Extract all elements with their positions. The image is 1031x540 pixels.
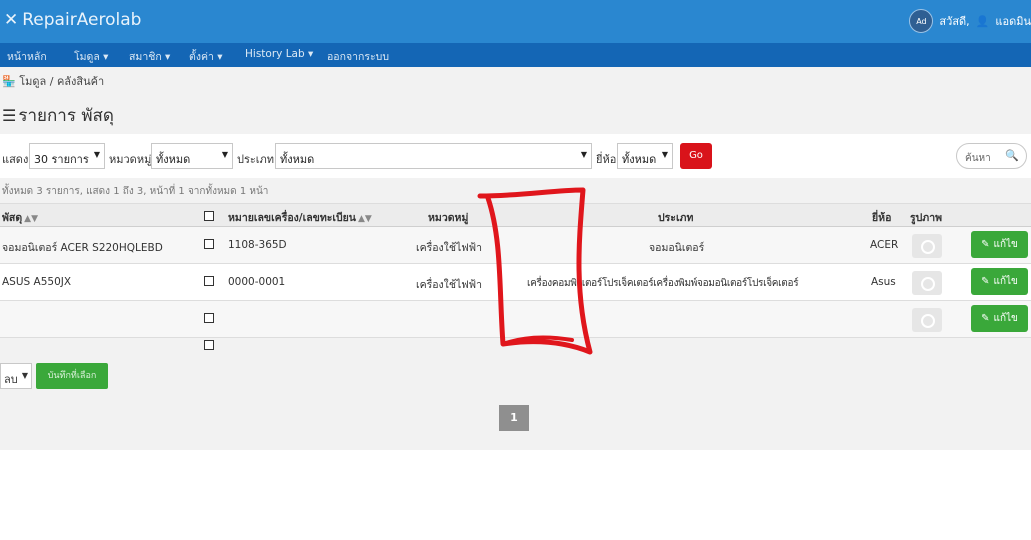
nav-members[interactable]: สมาชิก ▾	[129, 48, 170, 65]
category-value: ทั้งหมด	[156, 153, 191, 166]
show-label: แสดง	[2, 153, 29, 166]
bulk-action-value: ลบ	[4, 373, 18, 386]
pencil-icon: ✎	[981, 239, 990, 250]
nav-settings[interactable]: ตั้งค่า ▾	[189, 48, 222, 65]
col-category: หมวดหมู่	[428, 212, 469, 224]
page-title: ☰ รายการ พัสดุ	[2, 102, 114, 129]
category-cell: เครื่องใช้ไฟฟ้า	[416, 279, 482, 291]
item-name[interactable]: จอมอนิเตอร์ ACER S220HQLEBD	[2, 239, 163, 256]
col-type: ประเภท	[658, 212, 694, 224]
serial-number: 1108-365D	[228, 239, 287, 251]
breadcrumb: 🏪 โมดูล / คลังสินค้า	[2, 72, 104, 90]
nav-history-lab[interactable]: History Lab ▾	[245, 48, 313, 60]
page-1-button[interactable]: 1	[499, 405, 529, 431]
search-placeholder: ค้นหา	[965, 153, 991, 164]
caret-down-icon: ▼	[661, 150, 668, 159]
store-icon: 🏪	[2, 75, 16, 88]
avatar: Ad	[909, 9, 934, 33]
content-area: 🏪 โมดูล / คลังสินค้า ☰ รายการ พัสดุ แสดง …	[0, 67, 1031, 450]
table-row: ASUS A550JX 0000-0001 เครื่องใช้ไฟฟ้า เค…	[0, 264, 1031, 301]
checklist-icon: ☰	[2, 106, 17, 125]
col-brand: ยี่ห้อ	[872, 212, 892, 224]
row-checkbox[interactable]	[204, 239, 214, 249]
user-menu[interactable]: Ad สวัสดี, 👤 แอดมิน	[909, 8, 1031, 34]
caret-down-icon: ▼	[221, 150, 228, 159]
type-label: ประเภท	[237, 153, 275, 166]
save-selected-button[interactable]: บันทึกที่เลือก	[36, 363, 108, 389]
table-row: ✎ แก้ไข	[0, 301, 1031, 338]
category-label: หมวดหมู่	[109, 153, 152, 166]
edit-button[interactable]: ✎ แก้ไข	[971, 231, 1028, 258]
category-cell: เครื่องใช้ไฟฟ้า	[416, 242, 482, 254]
brand-label: ยี่ห้อ	[596, 153, 617, 166]
brand-name: RepairAerolab	[22, 10, 142, 30]
user-name: แอดมิน	[995, 15, 1031, 28]
serial-number: 0000-0001	[228, 276, 286, 288]
top-bar: ✕ RepairAerolab Ad สวัสดี, 👤 แอดมิน	[0, 0, 1031, 43]
tools-icon: ✕	[4, 10, 19, 30]
col-serial[interactable]: หมายเลขเครื่อง/เลขทะเบียน ▲▼	[228, 209, 372, 226]
brand-value: ทั้งหมด	[622, 153, 657, 166]
go-button[interactable]: Go	[680, 143, 712, 169]
row-checkbox[interactable]	[204, 276, 214, 286]
search-input[interactable]: ค้นหา 🔍	[956, 143, 1027, 169]
filter-bar: แสดง 30 รายการ ▼ หมวดหมู่ ทั้งหมด ▼ ประเภท…	[0, 134, 1031, 178]
nav-logout[interactable]: ออกจากระบบ	[327, 48, 389, 65]
edit-button[interactable]: ✎ แก้ไข	[971, 305, 1028, 332]
item-name[interactable]: ASUS A550JX	[2, 276, 71, 288]
col-image: รูปภาพ	[910, 212, 943, 224]
bulk-action-select[interactable]: ลบ ▼	[0, 363, 32, 389]
type-cell: เครื่องคอมพิวเตอร์โปรเจ็คเตอร์เครื่องพิม…	[527, 278, 799, 289]
page-size-value: 30 รายการ	[34, 153, 89, 166]
pencil-icon: ✎	[981, 276, 990, 287]
result-summary: ทั้งหมด 3 รายการ, แสดง 1 ถึง 3, หน้าที่ …	[2, 186, 269, 197]
search-icon[interactable]: 🔍	[1005, 149, 1019, 162]
caret-down-icon: ▼	[93, 150, 100, 159]
page-size-select[interactable]: 30 รายการ ▼	[29, 143, 105, 169]
camera-icon[interactable]	[912, 234, 942, 258]
type-cell: จอมอนิเตอร์	[649, 242, 705, 254]
col-item[interactable]: พัสดุ ▲▼	[2, 209, 38, 226]
brand-link[interactable]: ✕ RepairAerolab	[4, 10, 141, 30]
select-all-checkbox[interactable]	[204, 211, 214, 221]
type-value: ทั้งหมด	[280, 153, 315, 166]
nav-modules[interactable]: โมดูล ▾	[74, 48, 108, 65]
user-icon: 👤	[975, 14, 990, 28]
camera-icon[interactable]	[912, 308, 942, 332]
brand-cell: Asus	[871, 276, 896, 288]
brand-cell: ACER	[870, 239, 899, 251]
edit-button[interactable]: ✎ แก้ไข	[971, 268, 1028, 295]
breadcrumb-text[interactable]: โมดูล / คลังสินค้า	[19, 75, 104, 88]
nav-home[interactable]: หน้าหลัก	[7, 48, 47, 65]
caret-down-icon: ▼	[21, 371, 28, 380]
table-header: พัสดุ ▲▼ หมายเลขเครื่อง/เลขทะเบียน ▲▼ หมวด…	[0, 203, 1031, 227]
row-checkbox[interactable]	[204, 340, 214, 350]
row-checkbox[interactable]	[204, 313, 214, 323]
pencil-icon: ✎	[981, 313, 990, 324]
sort-icon: ▲▼	[24, 214, 38, 224]
caret-down-icon: ▼	[580, 150, 587, 159]
user-greeting: สวัสดี,	[939, 15, 970, 28]
camera-icon[interactable]	[912, 271, 942, 295]
category-select[interactable]: ทั้งหมด ▼	[151, 143, 233, 169]
page-title-text: รายการ พัสดุ	[18, 106, 114, 126]
table-row: จอมอนิเตอร์ ACER S220HQLEBD 1108-365D เค…	[0, 227, 1031, 264]
main-nav: หน้าหลัก โมดูล ▾ สมาชิก ▾ ตั้งค่า ▾ Hist…	[0, 43, 1031, 67]
type-select[interactable]: ทั้งหมด ▼	[275, 143, 592, 169]
brand-select[interactable]: ทั้งหมด ▼	[617, 143, 673, 169]
sort-icon: ▲▼	[357, 214, 372, 224]
